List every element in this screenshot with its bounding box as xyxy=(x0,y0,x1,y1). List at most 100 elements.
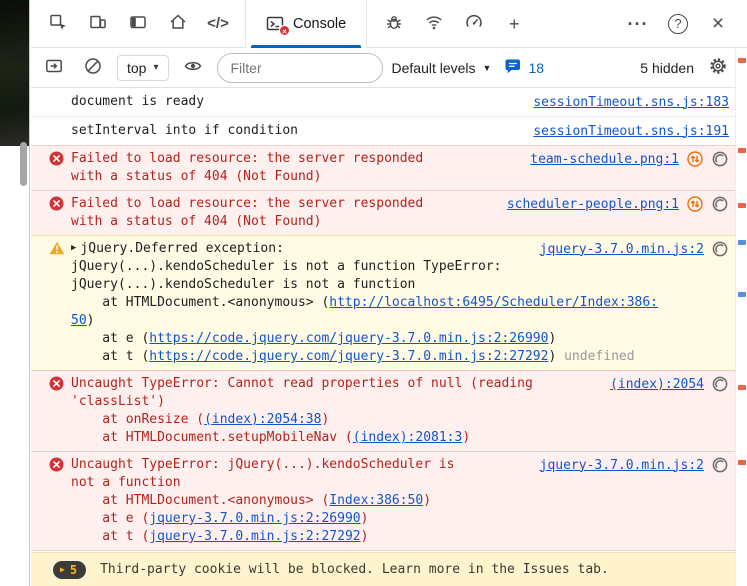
page-scrollbar-thumb[interactable] xyxy=(20,142,27,186)
ai-explain-icon[interactable] xyxy=(711,375,729,393)
code-link[interactable]: jquery-3.7.0.min.js:2:26990 xyxy=(149,511,360,526)
issue-count-value: 5 xyxy=(70,564,77,576)
hidden-messages-label[interactable]: 5 hidden xyxy=(640,60,694,76)
source-location-link[interactable]: team-schedule.png:1 xyxy=(530,152,679,167)
code-link[interactable]: 50 xyxy=(71,313,87,328)
layout-panel-icon xyxy=(128,12,148,35)
issues-bug-icon xyxy=(384,12,404,35)
filter-input[interactable] xyxy=(217,53,383,83)
explain-error-icon[interactable] xyxy=(686,195,704,213)
code-link[interactable]: jquery-3.7.0.min.js:2:27292 xyxy=(149,529,360,544)
tab-console[interactable]: Console xyxy=(245,0,367,48)
play-icon: ▶ xyxy=(60,566,65,574)
scrollbar-marker-strip[interactable] xyxy=(735,48,747,586)
scroll-marker[interactable] xyxy=(738,385,746,390)
info-bar-text: Third-party cookie will be blocked. Lear… xyxy=(100,562,609,577)
help-button[interactable]: ? xyxy=(659,4,697,44)
home-button[interactable] xyxy=(159,4,197,44)
settings-gear-icon xyxy=(708,56,728,79)
message-text: ▶jQuery.Deferred exception:jQuery(...).k… xyxy=(71,240,727,366)
console-tab-label: Console xyxy=(293,16,346,32)
console-settings-button[interactable] xyxy=(703,53,733,83)
error-icon xyxy=(49,375,71,447)
network-conditions-button[interactable] xyxy=(415,4,453,44)
source-location-link[interactable]: scheduler-people.png:1 xyxy=(507,197,679,212)
console-sidebar-icon xyxy=(44,56,64,79)
source-location-link[interactable]: jquery-3.7.0.min.js:2 xyxy=(540,242,704,257)
console-message-error[interactable]: Uncaught TypeError: Cannot read properti… xyxy=(31,370,735,452)
javascript-context-selector[interactable]: top ▾ xyxy=(117,55,169,81)
chevron-down-icon: ▾ xyxy=(153,62,158,73)
error-icon xyxy=(49,195,71,231)
source-location-link[interactable]: (index):2054 xyxy=(610,377,704,392)
more-options-icon: ··· xyxy=(628,15,649,33)
create-live-expression-button[interactable] xyxy=(178,53,208,83)
scroll-marker[interactable] xyxy=(738,148,746,153)
network-conditions-icon xyxy=(424,12,444,35)
message-source: scheduler-people.png:1 xyxy=(507,195,729,213)
source-location-link[interactable]: jquery-3.7.0.min.js:2 xyxy=(540,458,704,473)
ai-explain-icon[interactable] xyxy=(711,150,729,168)
clear-console-icon xyxy=(83,56,103,79)
code-link[interactable]: Index:386:50 xyxy=(329,493,423,508)
close-devtools-button[interactable]: × xyxy=(699,4,737,44)
scroll-marker[interactable] xyxy=(738,460,746,465)
code-link[interactable]: http://localhost:6495/Scheduler/Index:38… xyxy=(329,295,658,310)
console-message-error[interactable]: Failed to load resource: the server resp… xyxy=(31,190,735,236)
console-message-error[interactable]: Uncaught TypeError: jQuery(...).kendoSch… xyxy=(31,451,735,551)
code-link[interactable]: (index):2081:3 xyxy=(353,430,463,445)
console-message-log[interactable]: setInterval into if conditionsessionTime… xyxy=(31,117,735,146)
ai-explain-icon[interactable] xyxy=(711,456,729,474)
code-link[interactable]: https://code.jquery.com/jquery-3.7.0.min… xyxy=(149,349,548,364)
clear-console-button[interactable] xyxy=(78,53,108,83)
message-source: sessionTimeout.sns.js:183 xyxy=(533,93,729,111)
code-link[interactable]: https://code.jquery.com/jquery-3.7.0.min… xyxy=(149,331,548,346)
devtools-window: </> Console + xyxy=(0,0,747,586)
home-icon xyxy=(168,12,188,35)
issues-count-label: 18 xyxy=(528,60,544,76)
issues-count-badge[interactable]: ▶ 5 xyxy=(53,561,86,579)
more-options-button[interactable]: ··· xyxy=(619,4,657,44)
scroll-marker[interactable] xyxy=(738,292,746,297)
device-emulation-icon xyxy=(88,12,108,35)
help-icon: ? xyxy=(668,14,688,34)
console-message-error[interactable]: Failed to load resource: the server resp… xyxy=(31,145,735,191)
chevron-down-icon: ▼ xyxy=(483,63,492,73)
context-label: top xyxy=(127,60,146,76)
inspect-element-button[interactable] xyxy=(39,4,77,44)
messages-bubble-icon xyxy=(504,57,522,78)
console-message-log[interactable]: document is readysessionTimeout.sns.js:1… xyxy=(31,88,735,117)
error-icon xyxy=(49,150,71,186)
sources-tab-button[interactable]: </> xyxy=(199,4,237,44)
close-icon: × xyxy=(712,13,724,34)
console-messages-list: document is readysessionTimeout.sns.js:1… xyxy=(31,88,735,552)
log-levels-dropdown[interactable]: Default levels ▼ xyxy=(392,60,492,76)
inspect-icon xyxy=(48,12,68,35)
message-source: sessionTimeout.sns.js:191 xyxy=(533,122,729,140)
scroll-marker[interactable] xyxy=(738,203,746,208)
ai-explain-icon[interactable] xyxy=(711,195,729,213)
device-toolbar-button[interactable] xyxy=(79,4,117,44)
log-levels-label: Default levels xyxy=(392,60,476,76)
background-page-strip xyxy=(0,0,30,586)
issues-counter[interactable]: 18 xyxy=(504,57,544,78)
source-location-link[interactable]: sessionTimeout.sns.js:183 xyxy=(533,95,729,110)
issues-tool-button[interactable] xyxy=(375,4,413,44)
scroll-marker[interactable] xyxy=(738,58,746,63)
message-gutter xyxy=(49,122,71,140)
performance-tool-button[interactable] xyxy=(455,4,493,44)
message-source: (index):2054 xyxy=(610,375,729,393)
code-link[interactable]: (index):2054:38 xyxy=(204,412,321,427)
scroll-marker[interactable] xyxy=(738,240,746,245)
activity-bar-button[interactable] xyxy=(119,4,157,44)
error-badge-icon xyxy=(279,25,290,36)
console-sidebar-button[interactable] xyxy=(39,53,69,83)
source-location-link[interactable]: sessionTimeout.sns.js:191 xyxy=(533,124,729,139)
explain-error-icon[interactable] xyxy=(686,150,704,168)
add-tab-button[interactable]: + xyxy=(495,4,533,44)
console-message-warning[interactable]: ▶jQuery.Deferred exception:jQuery(...).k… xyxy=(31,235,735,371)
error-icon xyxy=(49,456,71,546)
message-source: jquery-3.7.0.min.js:2 xyxy=(540,240,729,258)
ai-explain-icon[interactable] xyxy=(711,240,729,258)
console-info-bar: ▶ 5 Third-party cookie will be blocked. … xyxy=(31,552,735,586)
